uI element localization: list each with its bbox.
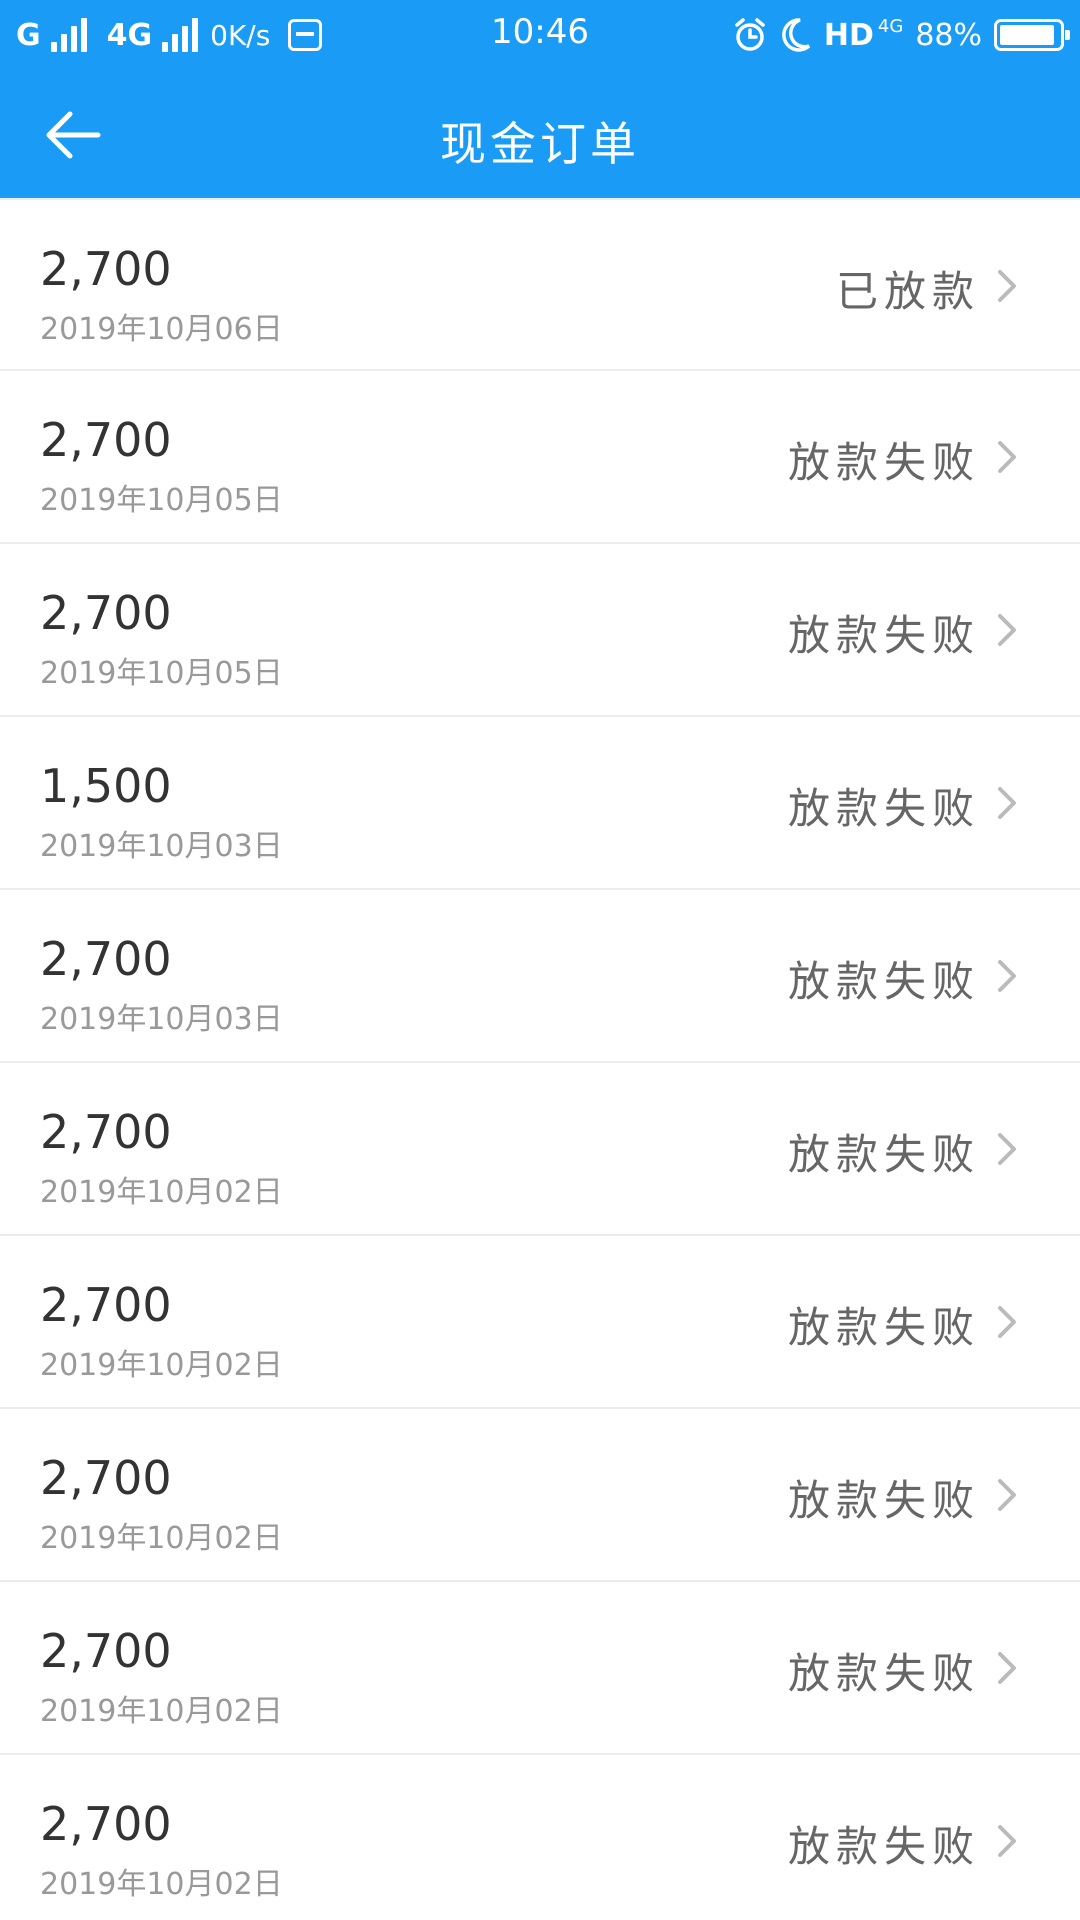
chevron-right-icon — [998, 1652, 1016, 1684]
order-date: 2019年10月06日 — [40, 312, 283, 347]
chevron-right-icon — [998, 614, 1016, 646]
order-row[interactable]: 2,700 2019年10月06日 已放款 — [0, 198, 1080, 371]
order-row[interactable]: 2,700 2019年10月02日 放款失败 — [0, 1755, 1080, 1920]
order-row[interactable]: 2,700 2019年10月05日 放款失败 — [0, 371, 1080, 544]
order-amount: 2,700 — [40, 1451, 172, 1505]
chevron-right-icon — [998, 270, 1016, 302]
order-amount: 2,700 — [40, 1624, 172, 1678]
order-date: 2019年10月03日 — [40, 829, 283, 864]
order-row[interactable]: 2,700 2019年10月02日 放款失败 — [0, 1236, 1080, 1409]
order-row[interactable]: 1,500 2019年10月03日 放款失败 — [0, 717, 1080, 890]
order-amount: 2,700 — [40, 1797, 172, 1851]
order-amount: 2,700 — [40, 413, 172, 467]
order-status: 放款失败 — [787, 1476, 980, 1525]
nav-bar: 现金订单 — [0, 70, 1080, 198]
battery-percent: 88% — [915, 17, 982, 53]
order-amount: 2,700 — [40, 932, 172, 986]
network-type: 4G — [877, 15, 904, 37]
moon-icon — [781, 18, 811, 52]
order-row[interactable]: 2,700 2019年10月03日 放款失败 — [0, 890, 1080, 1063]
chevron-right-icon — [998, 960, 1016, 992]
order-row[interactable]: 2,700 2019年10月02日 放款失败 — [0, 1063, 1080, 1236]
order-row[interactable]: 2,700 2019年10月02日 放款失败 — [0, 1582, 1080, 1755]
order-status: 放款失败 — [787, 784, 980, 833]
order-date: 2019年10月02日 — [40, 1348, 283, 1383]
order-date: 2019年10月02日 — [40, 1694, 283, 1729]
order-date: 2019年10月02日 — [40, 1521, 283, 1556]
order-status: 已放款 — [835, 267, 980, 316]
chevron-right-icon — [998, 1479, 1016, 1511]
order-date: 2019年10月05日 — [40, 656, 283, 691]
order-amount: 2,700 — [40, 242, 172, 296]
alarm-icon — [735, 18, 765, 51]
order-amount: 2,700 — [40, 1105, 172, 1159]
order-row[interactable]: 2,700 2019年10月05日 放款失败 — [0, 544, 1080, 717]
chevron-right-icon — [998, 1306, 1016, 1338]
order-status: 放款失败 — [787, 611, 980, 660]
page-title: 现金订单 — [440, 117, 640, 171]
order-date: 2019年10月03日 — [40, 1002, 283, 1037]
order-date: 2019年10月02日 — [40, 1175, 283, 1210]
order-status: 放款失败 — [787, 957, 980, 1006]
chevron-right-icon — [998, 787, 1016, 819]
order-list: 2,700 2019年10月06日 已放款 2,700 2019年10月05日 放款失败 2… — [0, 198, 1080, 1920]
battery-icon — [994, 19, 1070, 51]
order-date: 2019年10月02日 — [40, 1867, 283, 1902]
order-row[interactable]: 2,700 2019年10月02日 放款失败 — [0, 1409, 1080, 1582]
chevron-right-icon — [998, 1133, 1016, 1165]
order-amount: 2,700 — [40, 586, 172, 640]
top-bar: G 4G 0K/s 10:46 HD 4G 88% 现金订单 — [0, 0, 1080, 198]
order-date: 2019年10月05日 — [40, 483, 283, 518]
status-right: HD 4G 88% — [732, 12, 1070, 58]
order-status: 放款失败 — [787, 1130, 980, 1179]
order-status: 放款失败 — [787, 1303, 980, 1352]
order-status: 放款失败 — [787, 1822, 980, 1871]
order-amount: 1,500 — [40, 759, 172, 813]
order-amount: 2,700 — [40, 1278, 172, 1332]
order-status: 放款失败 — [787, 438, 980, 487]
order-status: 放款失败 — [787, 1649, 980, 1698]
status-bar: G 4G 0K/s 10:46 HD 4G 88% — [0, 0, 1080, 70]
chevron-right-icon — [998, 441, 1016, 473]
hd-label: HD — [823, 17, 874, 53]
chevron-right-icon — [998, 1825, 1016, 1857]
